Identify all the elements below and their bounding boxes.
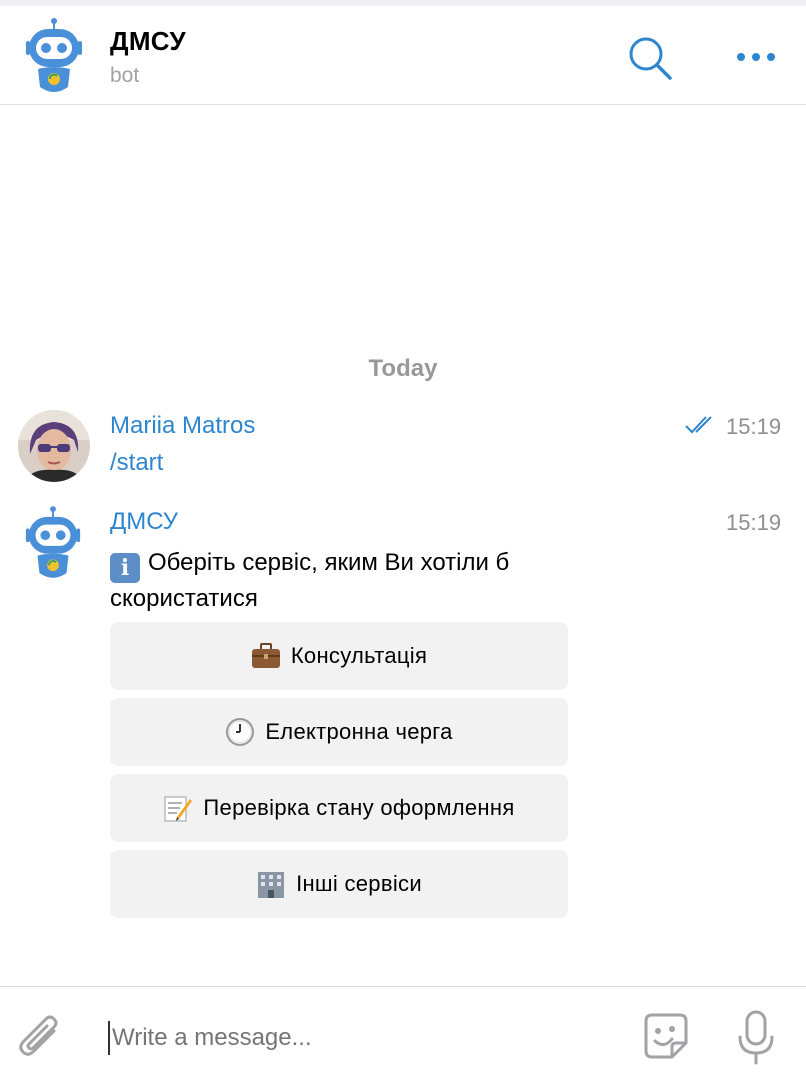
chat-title: ДМСУ — [110, 26, 186, 56]
microphone-icon[interactable] — [736, 1009, 776, 1067]
user-avatar[interactable] — [18, 410, 90, 482]
keyboard-button-status-check[interactable]: Перевірка стану оформлення — [110, 774, 568, 842]
keyboard-button-consultation[interactable]: Консультація — [110, 622, 568, 690]
memo-icon — [163, 793, 193, 823]
keyboard-button-queue[interactable]: Електронна черга — [110, 698, 568, 766]
briefcase-icon — [251, 643, 281, 669]
keyboard-button-other-services[interactable]: Інші сервіси — [110, 850, 568, 918]
read-checkmarks-icon — [685, 416, 712, 434]
message-sender[interactable]: Mariia Matros — [110, 412, 255, 440]
keyboard-button-label: Консультація — [290, 643, 428, 668]
more-icon[interactable] — [734, 42, 778, 72]
command-text[interactable]: /start — [110, 449, 163, 477]
message-time: 15:19 — [726, 510, 782, 535]
message-text: i Оберіть сервіс, яким Ви хотіли б скорис… — [110, 549, 510, 612]
paperclip-icon[interactable] — [16, 1009, 64, 1063]
message-time: 15:19 — [726, 414, 782, 439]
info-icon: i — [110, 553, 140, 583]
keyboard-button-label: Електронна черга — [265, 719, 453, 744]
keyboard-button-label: Перевірка стану оформлення — [203, 795, 515, 820]
bot-avatar[interactable] — [22, 17, 86, 95]
bot-message-avatar[interactable] — [22, 505, 84, 581]
message-composer — [0, 986, 806, 1078]
message-input[interactable] — [108, 1021, 608, 1055]
clock-icon — [225, 717, 255, 747]
building-icon — [256, 869, 286, 899]
message-sender[interactable]: ДМСУ — [110, 508, 178, 536]
chat-subtitle: bot — [110, 64, 140, 87]
chat-header: ДМСУ bot — [0, 6, 806, 105]
keyboard-button-label: Інші сервіси — [296, 871, 422, 896]
sticker-icon[interactable] — [638, 1009, 694, 1065]
search-icon[interactable] — [626, 34, 674, 82]
date-separator: Today — [368, 355, 438, 382]
